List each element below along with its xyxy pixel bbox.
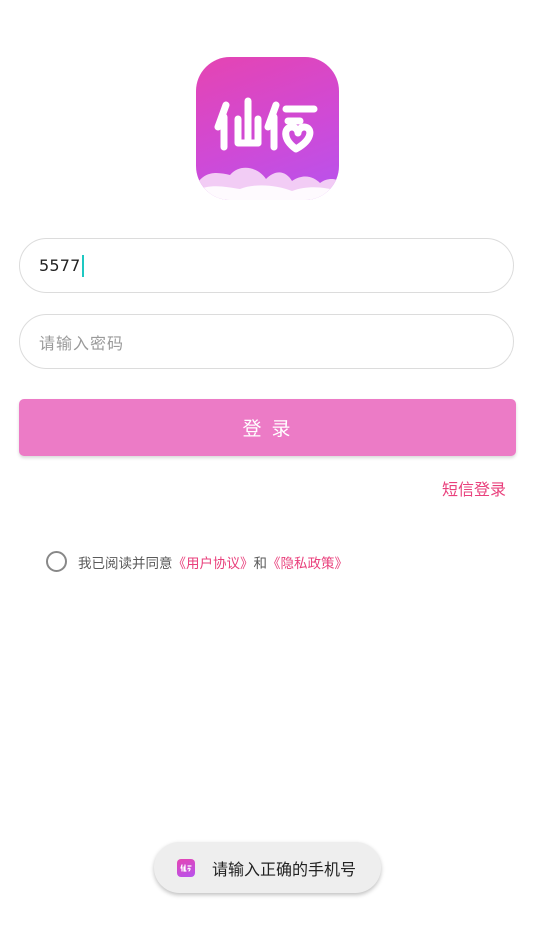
login-button[interactable]: 登 录 bbox=[19, 399, 516, 456]
app-logo-icon bbox=[196, 97, 339, 200]
password-input[interactable]: 请输入密码 bbox=[19, 314, 514, 369]
phone-input[interactable]: 5577 bbox=[19, 238, 514, 293]
sms-login-link[interactable]: 短信登录 bbox=[442, 476, 506, 500]
app-logo-icon bbox=[177, 858, 195, 877]
phone-input-value: 5577 bbox=[39, 256, 81, 275]
toast-message: 请输入正确的手机号 bbox=[154, 842, 381, 893]
login-screen: 5577 请输入密码 登 录 短信登录 我已阅读并同意 《用户协议》 和 《隐私… bbox=[0, 0, 535, 951]
password-placeholder: 请输入密码 bbox=[39, 333, 125, 353]
text-caret bbox=[81, 254, 84, 277]
user-agreement-link[interactable]: 《用户协议》 bbox=[173, 552, 254, 572]
toast-text: 请输入正确的手机号 bbox=[212, 859, 357, 879]
agreement-conjunction: 和 bbox=[253, 555, 268, 572]
privacy-policy-link[interactable]: 《隐私政策》 bbox=[267, 552, 348, 572]
agreement-prefix: 我已阅读并同意 bbox=[78, 555, 173, 572]
app-logo bbox=[196, 57, 339, 200]
agreement-radio[interactable] bbox=[46, 551, 67, 572]
agreement-row: 我已阅读并同意 《用户协议》 和 《隐私政策》 bbox=[46, 551, 348, 572]
